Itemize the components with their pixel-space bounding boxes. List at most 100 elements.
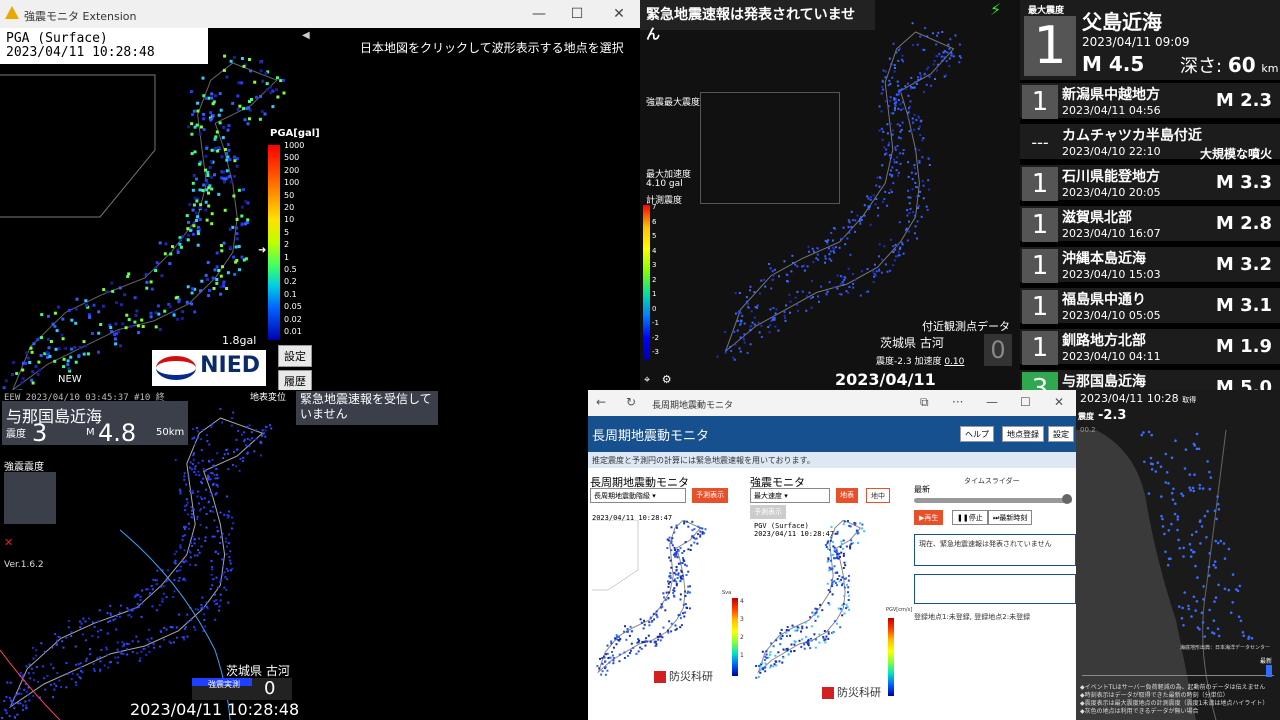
quake-list-item[interactable]: --- カムチャツカ半島付近 2023/04/10 22:10 大規模な噴火 [1020,121,1280,161]
station-point [906,239,909,242]
station-point [135,309,139,313]
underground-button[interactable]: 地中 [866,488,890,503]
close-icon[interactable]: ✕ [1054,395,1064,409]
close-icon[interactable]: ✕ [4,536,13,549]
quake-list-item[interactable]: 1 釧路地方北部 2023/04/10 04:11 M 1.9 [1020,326,1280,365]
station-point [877,255,880,258]
station-point [670,630,673,633]
station-point [914,81,917,84]
station-point [204,273,208,277]
surface-button[interactable]: 地表 [836,488,858,503]
station-point [936,55,939,58]
stop-button[interactable]: ❚❚停止 [952,510,988,525]
station-point [126,642,129,645]
station-point [208,288,211,292]
maximize-icon[interactable]: ☐ [1020,395,1031,409]
station-point [210,175,213,179]
station-point [99,670,101,673]
quake-list-item[interactable]: 1 沖縄本島近海 2023/04/10 15:03 M 3.2 [1020,244,1280,283]
station-point [1214,596,1218,599]
station-point [858,220,861,223]
station-point [817,295,819,298]
quake-list-item[interactable]: 1 新潟県中越地方 2023/04/11 04:56 M 2.3 [1020,80,1280,119]
station-point [833,251,836,254]
station-point [248,424,251,427]
station-point [889,188,892,191]
station-point [215,599,218,602]
settings-button[interactable]: 設定 [1048,426,1074,442]
crosshair-icon[interactable]: ⌖ [644,373,650,386]
station-point [758,664,760,667]
minimize-icon[interactable]: — [986,395,998,409]
station-point [894,146,897,149]
window-icon[interactable]: ⧉ [920,395,929,410]
station-point [254,95,258,99]
station-point [1188,542,1192,546]
station-point [824,239,827,242]
kyoshin-map[interactable] [748,520,908,690]
station-point [192,224,196,228]
register-button[interactable]: 地点登録 [1002,426,1044,442]
station-point [213,94,217,98]
station-point [816,247,819,250]
settings-button[interactable]: 設定 [278,345,312,367]
quake-list-item[interactable]: 1 石川県能登地方 2023/04/10 20:05 M 3.3 [1020,162,1280,201]
station-point [217,146,221,150]
intensity-tick-label: 4 [652,246,657,255]
station-point [194,608,197,611]
refresh-icon[interactable]: ↻ [626,395,636,409]
station-point [832,545,835,548]
mid-forecast-button[interactable]: 予測表示 [750,505,786,519]
station-point [113,337,117,341]
station-point [193,436,196,439]
more-icon[interactable]: ··· [952,395,963,409]
latest-quake[interactable]: 最大震度 1 父島近海 2023/04/11 09:09 M 4.5 深さ: 6… [1020,0,1280,80]
mid-select[interactable]: 最大速度 ▾ [750,488,830,503]
station-point [642,627,645,630]
help-button[interactable]: ヘルプ [960,426,994,442]
play-button[interactable]: ▶再生 [914,510,944,525]
station-point [681,552,684,554]
station-point [825,292,828,295]
back-icon[interactable]: ← [596,395,606,409]
station-point [831,593,834,596]
station-point [225,589,228,591]
latest-time-button[interactable]: ⏭最新時刻 [988,510,1033,525]
station-point [827,637,830,640]
station-point [627,630,629,633]
station-point [793,640,796,643]
station-point [907,175,910,178]
scale-tick-label: 2 [284,240,290,250]
forecast-button[interactable]: 予測表示 [692,488,728,503]
station-point [917,207,919,209]
event-timeline[interactable] [1082,662,1274,676]
station-point [32,342,36,346]
station-point [191,491,194,494]
maximize-icon[interactable]: ☐ [568,5,586,23]
station-point [260,442,263,445]
station-point [148,628,151,631]
station-point [1198,628,1201,631]
station-point [605,653,607,656]
history-button[interactable]: 履歴 [278,370,312,390]
station-point [210,573,213,576]
minimize-icon[interactable]: — [530,5,548,23]
station-point [891,76,894,79]
close-icon[interactable]: ✕ [610,5,628,23]
station-point [796,303,799,306]
gear-icon[interactable]: ⚙ [662,373,672,386]
time-slider-handle[interactable] [1062,494,1072,504]
nied-logo: NIED [152,350,266,386]
quake-list-item[interactable]: 1 滋賀県北部 2023/04/10 16:07 M 2.8 [1020,203,1280,242]
station-point [115,301,118,305]
long-period-map[interactable] [588,520,748,690]
station-point [196,436,199,439]
quake-list-item[interactable]: 3与那国島近海2023/04/10 03:45M 5.0 [1020,367,1280,390]
time-slider[interactable] [914,498,1072,503]
left-select[interactable]: 長周期地震動階級 ▾ [590,488,686,503]
station-point [216,530,219,533]
station-point [61,337,65,341]
quake-list-item[interactable]: 1 福島県中通り 2023/04/10 05:05 M 3.1 [1020,285,1280,324]
station-point [606,644,609,647]
collapse-icon[interactable]: ◀ [302,30,310,41]
